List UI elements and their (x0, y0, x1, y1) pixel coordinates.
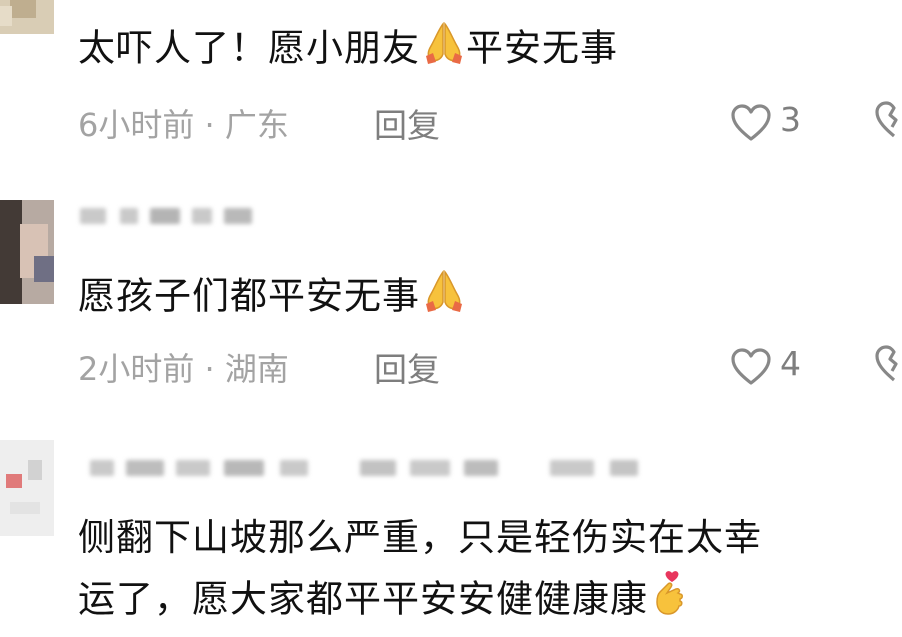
like-count: 4 (780, 344, 801, 383)
dislike-button[interactable] (874, 100, 902, 144)
meta-separator: · (194, 106, 225, 144)
comment-item: 太吓人了！愿小朋友 平安无事 6小时前 · 广东 回复 3 (0, 0, 902, 160)
comment-text: 侧翻下山坡那么严重，只是轻伤实在太幸 运了，愿大家都平平安安健健康康 (78, 510, 762, 632)
meta-separator: · (194, 350, 225, 388)
comment-item: 侧翻下山坡那么严重，只是轻伤实在太幸 运了，愿大家都平平安安健健康康 (0, 430, 902, 637)
comment-location: 广东 (224, 106, 289, 144)
username-redacted (80, 202, 270, 230)
avatar[interactable] (0, 440, 54, 536)
comment-text-line: 侧翻下山坡那么严重，只是轻伤实在太幸 (78, 516, 762, 559)
comment-text: 太吓人了！愿小朋友 平安无事 (78, 20, 618, 80)
comment-text: 愿孩子们都平安无事 (78, 268, 466, 328)
broken-heart-icon (875, 345, 898, 382)
comment-text-line: 运了，愿大家都平平安安健健康康 (78, 570, 762, 632)
reply-button[interactable]: 回复 (374, 99, 440, 147)
comment-text-part: 运了，愿大家都平平安安健健康康 (78, 577, 648, 621)
folded-hands-icon (422, 268, 466, 328)
comment-meta: 2小时前 · 湖南 (78, 344, 289, 390)
comment-text-part: 太吓人了！愿小朋友 (78, 26, 420, 70)
dislike-button[interactable] (874, 344, 902, 388)
broken-heart-icon (875, 101, 898, 138)
folded-hands-icon (422, 20, 466, 80)
comment-item: 愿孩子们都平安无事 2小时前 · 湖南 回复 4 (0, 190, 902, 410)
comment-location: 湖南 (224, 350, 289, 388)
comment-text-part: 平安无事 (466, 26, 618, 70)
comment-time: 6小时前 (78, 106, 195, 144)
username-redacted (80, 454, 680, 482)
avatar[interactable] (0, 0, 54, 34)
comment-meta: 6小时前 · 广东 (78, 100, 289, 146)
reply-button[interactable]: 回复 (374, 343, 440, 391)
avatar[interactable] (0, 200, 54, 304)
like-count: 3 (780, 100, 801, 139)
heart-outline-icon (731, 348, 771, 385)
comment-text-part: 愿孩子们都平安无事 (78, 274, 420, 318)
finger-heart-icon (650, 570, 690, 632)
comment-time: 2小时前 (78, 350, 195, 388)
heart-outline-icon (731, 104, 771, 141)
